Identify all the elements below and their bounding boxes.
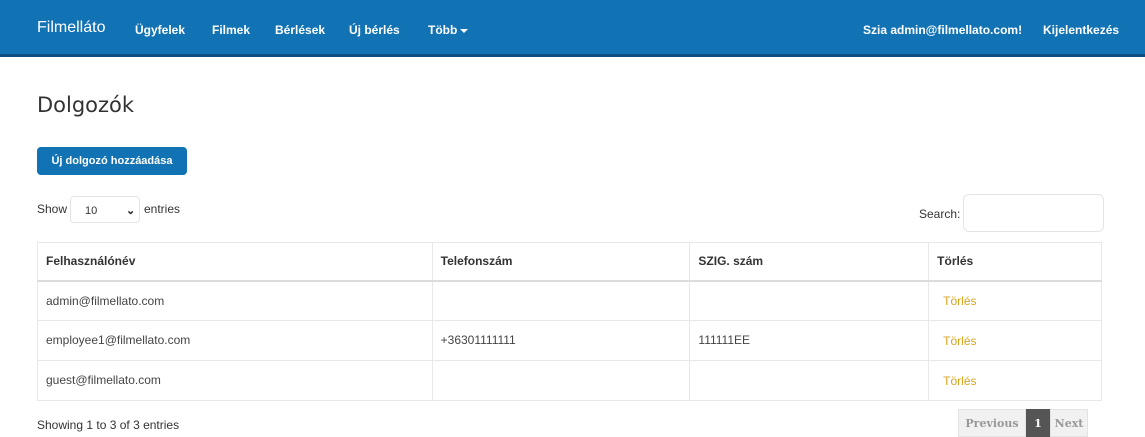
table-row: admin@filmellato.com Törlés <box>37 280 1102 321</box>
caret-down-icon <box>460 28 469 33</box>
column-header-delete[interactable]: Törlés <box>928 242 1102 282</box>
employees-table: Felhasználónév Telefonszám SZIG. szám Tö… <box>37 242 1102 401</box>
pagination: Previous 1 Next <box>958 409 1088 437</box>
pagination-next[interactable]: Next <box>1050 409 1088 437</box>
cell-username: employee1@filmellato.com <box>37 320 433 361</box>
cell-phone <box>431 280 691 321</box>
chevron-down-icon: ⌄ <box>126 205 136 217</box>
table-header-row: Felhasználónév Telefonszám SZIG. szám Tö… <box>37 242 1102 282</box>
pagination-previous[interactable]: Previous <box>958 409 1026 437</box>
page-title: Dolgozók <box>37 93 135 117</box>
add-employee-button[interactable]: Új dolgozó hozzáadása <box>37 147 187 175</box>
logout-link[interactable]: Kijelentkezés <box>1043 23 1119 37</box>
cell-phone <box>431 360 691 401</box>
nav-greeting[interactable]: Szia admin@filmellato.com! <box>863 23 1022 37</box>
cell-id-number: 111111EE <box>689 320 930 361</box>
delete-link[interactable]: Törlés <box>943 294 976 308</box>
nav-item-tobb-label: Több <box>428 23 458 37</box>
nav-item-tobb-dropdown[interactable]: Több <box>428 23 469 37</box>
nav-item-berlesek[interactable]: Bérlések <box>275 23 325 37</box>
nav-item-ugyfelek[interactable]: Ügyfelek <box>135 23 185 37</box>
cell-id-number <box>689 280 930 321</box>
page-length-select[interactable]: 10 ⌄ <box>70 196 140 223</box>
cell-phone: +36301111111 <box>431 320 691 361</box>
entries-label: entries <box>144 202 181 216</box>
delete-link[interactable]: Törlés <box>943 374 976 388</box>
column-header-id-number[interactable]: SZIG. szám <box>689 242 930 282</box>
cell-delete: Törlés <box>928 320 1102 361</box>
table-info: Showing 1 to 3 of 3 entries <box>37 418 180 432</box>
cell-username: admin@filmellato.com <box>37 280 433 321</box>
page-length-value: 10 <box>85 205 98 217</box>
column-header-username[interactable]: Felhasználónév <box>37 242 433 282</box>
cell-id-number <box>689 360 930 401</box>
table-row: employee1@filmellato.com +36301111111 11… <box>37 320 1102 361</box>
cell-delete: Törlés <box>928 360 1102 401</box>
nav-item-uj-berles[interactable]: Új bérlés <box>349 23 400 37</box>
pagination-page-1[interactable]: 1 <box>1026 409 1050 437</box>
brand-logo[interactable]: Filmelláto <box>37 19 105 37</box>
search-input[interactable] <box>963 194 1104 232</box>
column-header-phone[interactable]: Telefonszám <box>431 242 691 282</box>
cell-delete: Törlés <box>928 280 1102 321</box>
search-label: Search: <box>919 207 961 221</box>
top-navbar: Filmelláto Ügyfelek Filmek Bérlések Új b… <box>0 0 1145 57</box>
show-label: Show <box>37 202 68 216</box>
cell-username: guest@filmellato.com <box>37 360 433 401</box>
delete-link[interactable]: Törlés <box>943 334 976 348</box>
nav-item-filmek[interactable]: Filmek <box>212 23 250 37</box>
table-row: guest@filmellato.com Törlés <box>37 360 1102 401</box>
